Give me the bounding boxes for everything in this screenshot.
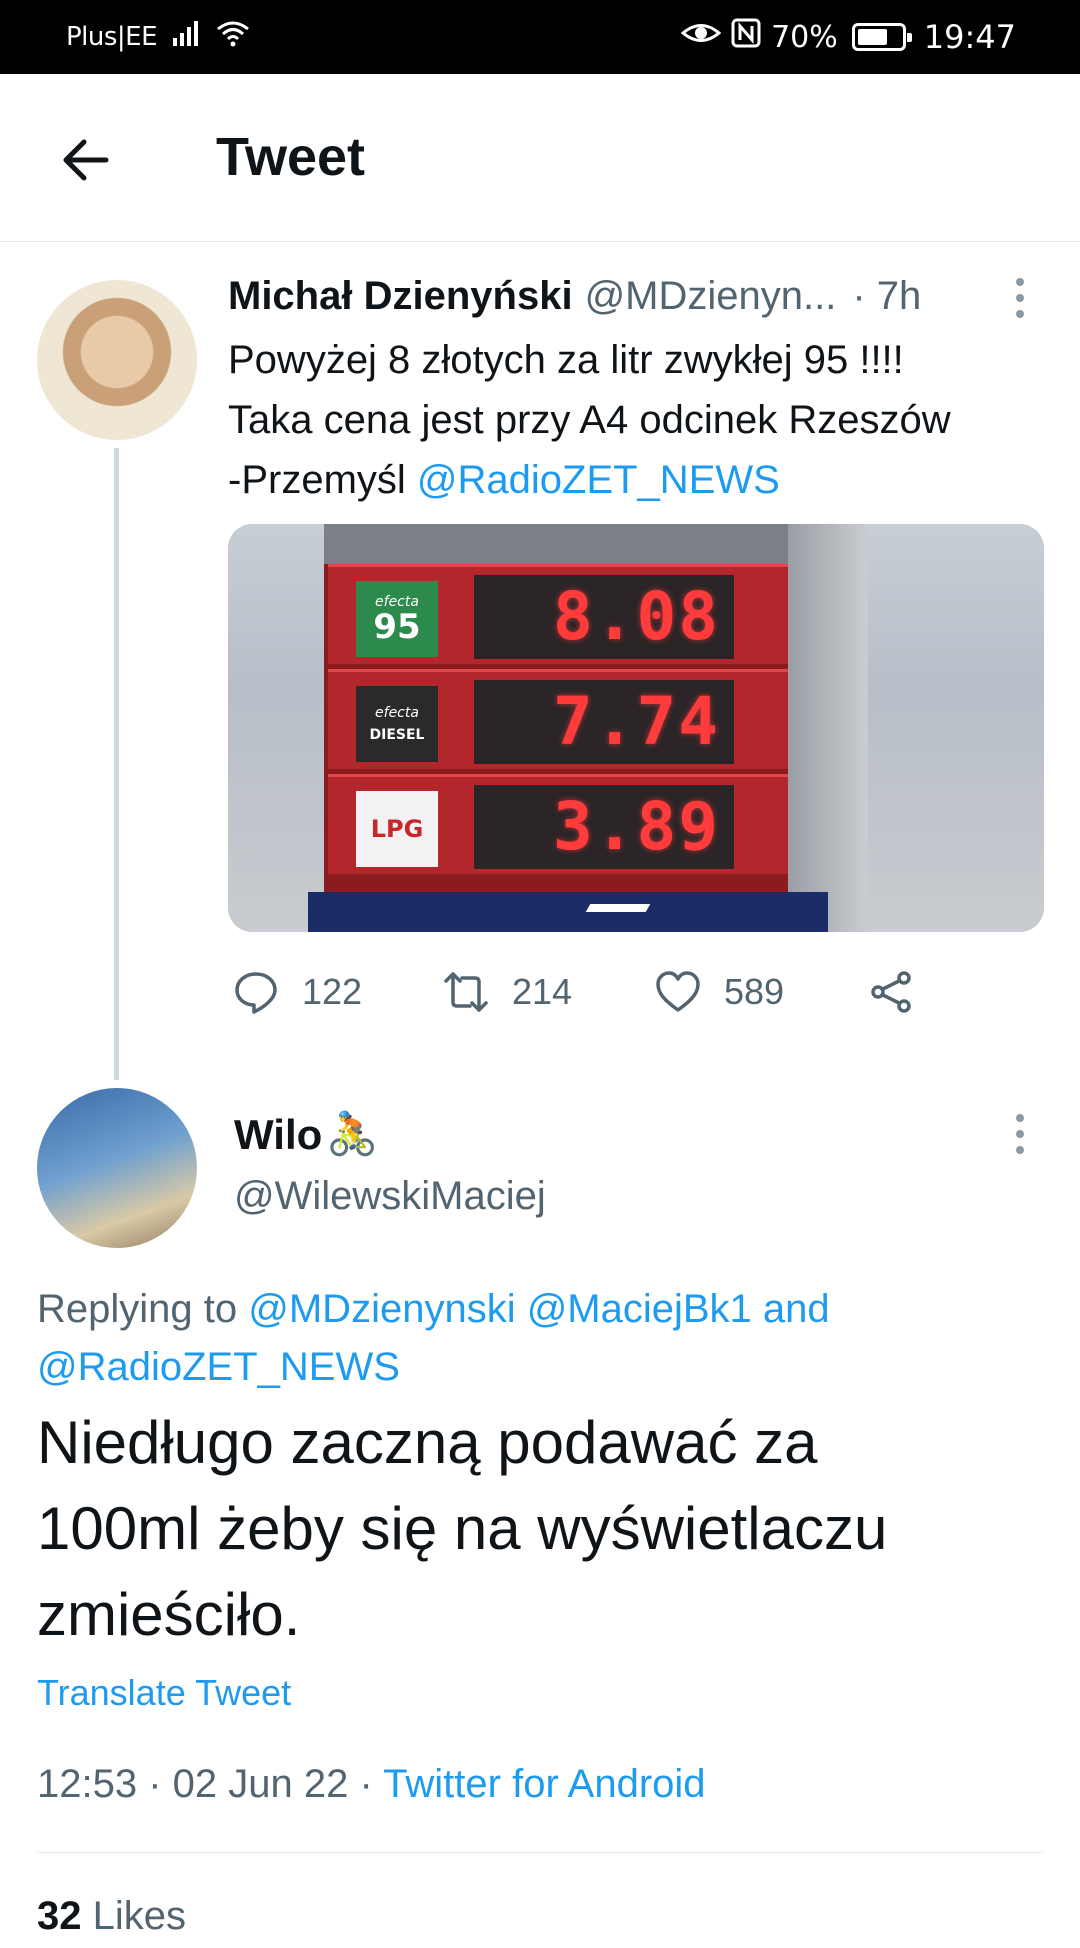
fuel-label: LPG	[370, 815, 424, 843]
replying-to-mentions[interactable]: @MDzienynski @MaciejBk1 and	[248, 1287, 829, 1331]
reply-count: 122	[302, 971, 363, 1012]
like-count: 589	[724, 971, 785, 1012]
fuel-panel: efecta DIESEL 7.74	[328, 669, 788, 769]
more-vertical-icon	[1016, 278, 1024, 318]
top-app-bar: Tweet	[0, 74, 1080, 242]
status-clock: 19:47	[923, 18, 1016, 56]
tweet-text-line: Powyżej 8 złotych za litr zwykłej 95 !!!…	[228, 338, 904, 382]
reply-author-handle[interactable]: @WilewskiMaciej	[234, 1174, 546, 1219]
tweet-timestamp: 12:53 · 02 Jun 22 ·	[37, 1762, 384, 1806]
status-bar: Plus|EE 70% 19:47	[0, 0, 1080, 74]
tweet-source-link[interactable]: Twitter for Android	[383, 1762, 705, 1806]
status-left: Plus|EE	[66, 18, 251, 56]
eye-icon	[680, 18, 722, 56]
replying-to-label: Replying to	[37, 1287, 238, 1331]
tweet-text-line: Taka cena jest przy A4 odcinek Rzeszów	[228, 398, 951, 442]
fuel-panel: LPG 3.89	[328, 774, 788, 874]
retweet-button[interactable]: 214	[442, 960, 572, 1024]
more-options-button[interactable]	[1008, 276, 1032, 320]
reply-icon	[235, 972, 277, 1014]
tweet-meta: 12:53 · 02 Jun 22 · Twitter for Android	[37, 1762, 706, 1807]
arrow-left-icon	[63, 139, 109, 181]
fuel-price: 7.74	[474, 680, 734, 764]
likes-count: 32	[37, 1894, 82, 1938]
parent-tweet-header: Michał Dzienyński @MDzienyn... · 7h	[228, 272, 1028, 320]
sign-top	[324, 524, 864, 564]
parent-tweet-text: Powyżej 8 złotych za litr zwykłej 95 !!!…	[228, 330, 1048, 510]
battery-icon	[851, 23, 912, 51]
more-vertical-icon	[1016, 1114, 1024, 1154]
wifi-icon	[215, 18, 251, 56]
fuel-price: 3.89	[474, 785, 734, 869]
fuel-label: DIESEL	[369, 727, 425, 743]
status-right: 70% 19:47	[680, 18, 1016, 56]
sign-stripe	[585, 904, 651, 912]
heart-icon	[656, 971, 700, 1012]
tweet-time: · 7h	[852, 273, 922, 318]
sign-side	[788, 524, 868, 932]
reply-text-line: 100ml żeby się na wyświetlaczu	[37, 1495, 888, 1562]
fuel-price: 8.08	[474, 575, 734, 659]
carrier-label: Plus|EE	[66, 22, 158, 52]
divider	[37, 1852, 1043, 1853]
share-icon	[871, 971, 911, 1013]
tweet-text-prefix: -Przemyśl	[228, 458, 417, 502]
reply-tweet-text: Niedługo zaczną podawać za 100ml żeby si…	[37, 1400, 1037, 1658]
fuel-panel: efecta 95 8.08	[328, 564, 788, 664]
reply-text-line: zmieściło.	[37, 1581, 301, 1648]
replying-to-line: Replying to @MDzienynski @MaciejBk1 and	[37, 1280, 1037, 1338]
sign-base	[308, 892, 828, 932]
page-title: Tweet	[216, 127, 366, 187]
avatar-wilo[interactable]	[37, 1088, 197, 1248]
share-button[interactable]	[868, 960, 916, 1024]
cyclist-emoji-icon: 🚴	[326, 1110, 379, 1157]
reply-button[interactable]: 122	[232, 960, 362, 1024]
fuel-badge: LPG	[356, 791, 438, 867]
replying-to: Replying to @MDzienynski @MaciejBk1 and …	[37, 1280, 1037, 1396]
reply-author-name-text: Wilo	[234, 1110, 323, 1158]
reply-author-name[interactable]: Wilo 🚴	[234, 1110, 379, 1159]
translate-tweet-link[interactable]: Translate Tweet	[37, 1672, 291, 1714]
likes-label: Likes	[81, 1894, 186, 1938]
author-name[interactable]: Michał Dzienyński	[228, 274, 573, 319]
battery-percent: 70%	[771, 19, 838, 55]
signal-icon	[171, 18, 201, 56]
author-handle[interactable]: @MDzienyn...	[585, 274, 837, 319]
tweet-actions: 122 214 589	[228, 960, 1048, 1024]
retweet-icon	[444, 972, 488, 1012]
tweet-text-line: -Przemyśl @RadioZET_NEWS	[228, 450, 1048, 510]
retweet-count: 214	[512, 971, 573, 1012]
likes-summary[interactable]: 32 Likes	[37, 1894, 186, 1939]
fuel-label: 95	[373, 607, 421, 647]
thread-connector	[114, 448, 119, 1080]
like-button[interactable]: 589	[654, 960, 784, 1024]
reply-text-line: Niedługo zaczną podawać za	[37, 1409, 818, 1476]
nfc-icon	[731, 18, 761, 56]
battery-fill	[857, 29, 888, 45]
back-button[interactable]	[56, 130, 116, 190]
fuel-badge: efecta DIESEL	[356, 686, 438, 762]
fuel-badge: efecta 95	[356, 581, 438, 657]
tweet-media-photo[interactable]: efecta 95 8.08 efecta DIESEL 7.74 LPG 3.…	[228, 524, 1044, 932]
mention-link[interactable]: @RadioZET_NEWS	[417, 458, 780, 502]
fuel-brand: efecta	[375, 705, 419, 721]
avatar-michal[interactable]	[37, 280, 197, 440]
reply-more-options-button[interactable]	[1008, 1112, 1032, 1156]
replying-to-mentions[interactable]: @RadioZET_NEWS	[37, 1338, 1037, 1396]
